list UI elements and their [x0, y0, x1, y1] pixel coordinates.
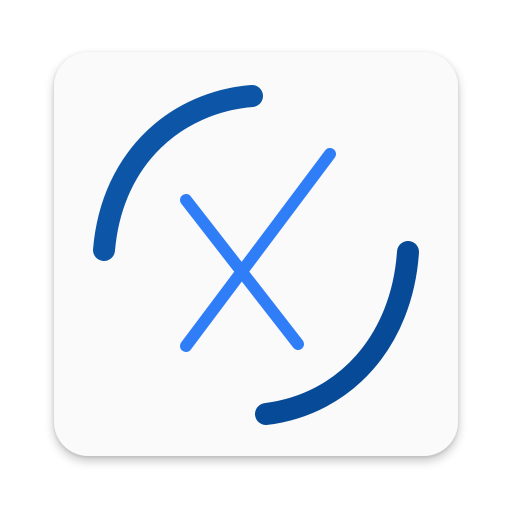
cross-stroke-ascending — [180, 148, 336, 352]
x-in-broken-circle-icon — [93, 85, 419, 425]
app-icon-canvas — [0, 0, 512, 512]
upper-left-arc — [93, 85, 263, 261]
